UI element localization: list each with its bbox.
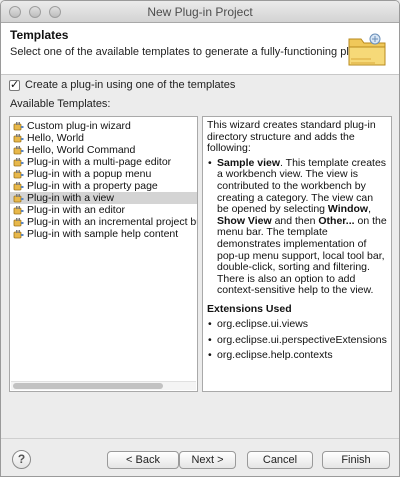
description-text: and then [271,214,319,227]
template-label: Plug-in with a property page [27,180,158,192]
template-label: Plug-in with a view [27,192,114,204]
template-label: Plug-in with a popup menu [27,168,152,180]
plugin-icon [13,193,24,202]
plugin-icon [13,169,24,178]
template-label: Hello, World Command [27,144,136,156]
template-list-item[interactable]: Custom plug-in wizard [10,120,197,132]
template-label: Plug-in with a multi-page editor [27,156,172,168]
extension-item: org.eclipse.ui.views [207,318,387,331]
template-list-item[interactable]: Plug-in with a property page [10,180,197,192]
description-text: on the menu bar. The template demonstrat… [217,214,387,297]
page-description: Select one of the available templates to… [10,46,377,58]
window-title: New Plug-in Project [147,5,253,19]
template-label: Plug-in with an incremental project buil… [27,216,197,228]
template-list-item[interactable]: Plug-in with an editor [10,204,197,216]
template-label: Hello, World [27,132,84,144]
plugin-icon [13,121,24,130]
window-menu-term: Window [327,203,369,216]
description-intro: This wizard creates standard plug-in dir… [207,119,376,155]
create-from-template-label: Create a plug-in using one of the templa… [25,79,236,91]
page-title: Templates [10,28,69,42]
template-label: Plug-in with sample help content [27,228,179,240]
extensions-heading: Extensions Used [207,302,292,315]
extension-item: org.eclipse.help.contexts [207,349,387,362]
horizontal-scrollbar[interactable] [11,381,196,390]
next-button[interactable]: Next > [179,451,236,469]
checkmark-icon: ✓ [10,77,20,91]
template-list-item[interactable]: Plug-in with a popup menu [10,168,197,180]
cancel-button[interactable]: Cancel [247,451,313,469]
available-templates-label: Available Templates: [10,98,111,110]
template-label: Custom plug-in wizard [27,120,131,132]
template-list[interactable]: Custom plug-in wizard Hello, World Hello, … [9,116,198,392]
create-from-template-row[interactable]: ✓ Create a plug-in using one of the temp… [9,78,235,92]
plugin-icon [13,145,24,154]
scrollbar-thumb[interactable] [13,383,163,389]
template-list-item[interactable]: Plug-in with an incremental project buil… [10,216,197,228]
plugin-icon [13,205,24,214]
other-term: Other... [318,214,355,227]
template-label: Plug-in with an editor [27,204,126,216]
template-list-item[interactable]: Plug-in with sample help content [10,228,197,240]
description-bullet: Sample view. This template creates a wor… [207,156,387,297]
button-bar-separator [1,438,399,439]
plugin-icon [13,217,24,226]
show-view-term: Show View [217,214,272,227]
help-button[interactable]: ? [12,450,31,469]
template-list-item[interactable]: Plug-in with a view [10,192,197,204]
template-description-panel: This wizard creates standard plug-in dir… [202,116,392,392]
plugin-icon [13,157,24,166]
plugin-icon [13,133,24,142]
title-bar[interactable]: New Plug-in Project [1,1,399,23]
plugin-folder-icon [348,33,386,66]
create-from-template-checkbox[interactable]: ✓ [9,77,20,91]
sample-view-term: Sample view [217,156,281,169]
new-plugin-project-window: New Plug-in Project Templates Select one… [0,0,400,477]
template-list-item[interactable]: Plug-in with a multi-page editor [10,156,197,168]
description-text: , [368,203,371,216]
back-button[interactable]: < Back [107,451,179,469]
extension-item: org.eclipse.ui.perspectiveExtensions [207,334,387,347]
plugin-icon [13,229,24,238]
template-list-item[interactable]: Hello, World [10,132,197,144]
plugin-icon [13,181,24,190]
wizard-header: Templates Select one of the available te… [1,23,399,75]
finish-button[interactable]: Finish [322,451,390,469]
template-list-item[interactable]: Hello, World Command [10,144,197,156]
